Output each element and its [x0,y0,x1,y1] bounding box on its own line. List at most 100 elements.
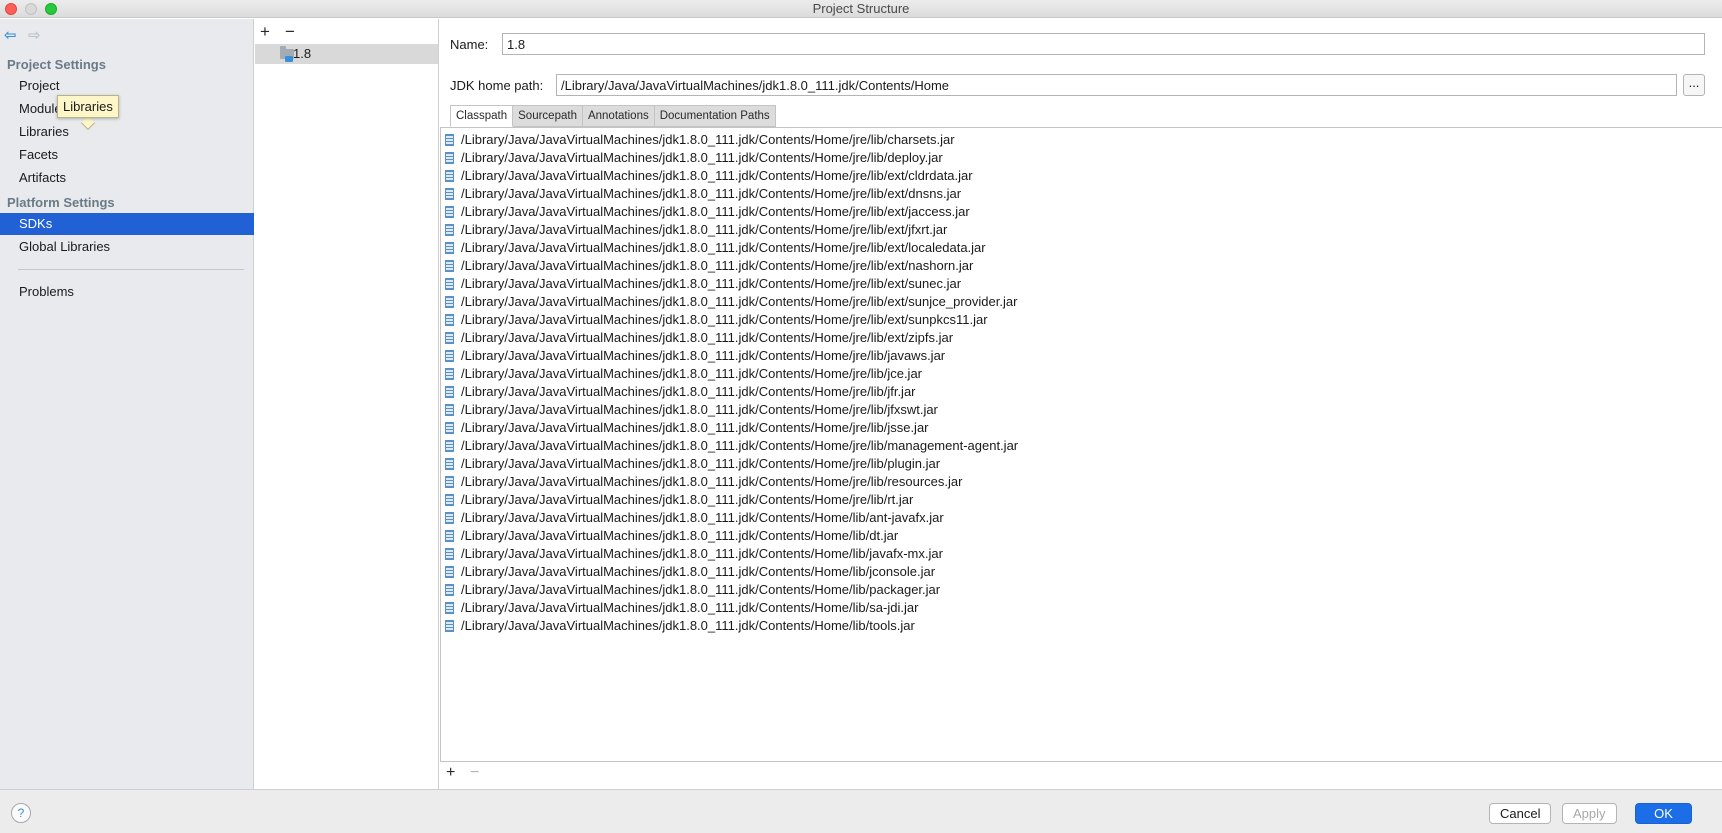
ok-button[interactable]: OK [1635,803,1692,824]
browse-jdk-button[interactable]: ... [1683,74,1705,96]
classpath-row[interactable]: /Library/Java/JavaVirtualMachines/jdk1.8… [441,329,1241,347]
classpath-row[interactable]: /Library/Java/JavaVirtualMachines/jdk1.8… [441,203,1241,221]
classpath-row-label: /Library/Java/JavaVirtualMachines/jdk1.8… [461,600,919,615]
classpath-row[interactable]: /Library/Java/JavaVirtualMachines/jdk1.8… [441,437,1241,455]
classpath-row[interactable]: /Library/Java/JavaVirtualMachines/jdk1.8… [441,617,1241,635]
jar-icon [445,494,454,506]
classpath-row[interactable]: /Library/Java/JavaVirtualMachines/jdk1.8… [441,419,1241,437]
tab-sourcepath[interactable]: Sourcepath [513,105,583,127]
classpath-row-label: /Library/Java/JavaVirtualMachines/jdk1.8… [461,348,946,363]
classpath-row[interactable]: /Library/Java/JavaVirtualMachines/jdk1.8… [441,581,1241,599]
tab-classpath[interactable]: Classpath [450,105,514,127]
sdk-name-field[interactable] [502,33,1705,55]
classpath-row[interactable]: /Library/Java/JavaVirtualMachines/jdk1.8… [441,473,1241,491]
classpath-row[interactable]: /Library/Java/JavaVirtualMachines/jdk1.8… [441,311,1241,329]
classpath-row-label: /Library/Java/JavaVirtualMachines/jdk1.8… [461,240,986,255]
tab-annotations[interactable]: Annotations [582,105,655,127]
classpath-row-label: /Library/Java/JavaVirtualMachines/jdk1.8… [461,456,941,471]
classpath-row[interactable]: /Library/Java/JavaVirtualMachines/jdk1.8… [441,293,1241,311]
jar-icon [445,152,454,164]
jar-icon [445,188,454,200]
classpath-row-label: /Library/Java/JavaVirtualMachines/jdk1.8… [461,222,948,237]
zoom-window-button[interactable] [45,3,57,15]
sdk-detail-panel: Name: JDK home path: ... Classpath Sourc… [440,19,1722,789]
classpath-row-label: /Library/Java/JavaVirtualMachines/jdk1.8… [461,204,970,219]
classpath-list[interactable]: /Library/Java/JavaVirtualMachines/jdk1.8… [440,127,1722,762]
classpath-row-label: /Library/Java/JavaVirtualMachines/jdk1.8… [461,294,1018,309]
classpath-row-label: /Library/Java/JavaVirtualMachines/jdk1.8… [461,330,954,345]
jar-icon [445,512,454,524]
sdk-item-label: 1.8 [293,46,312,61]
project-settings-title: Project Settings [7,57,106,72]
classpath-row-label: /Library/Java/JavaVirtualMachines/jdk1.8… [461,186,962,201]
jar-icon [445,134,454,146]
sidebar-item-problems[interactable]: Problems [0,281,254,303]
close-window-button[interactable] [5,3,17,15]
classpath-row[interactable]: /Library/Java/JavaVirtualMachines/jdk1.8… [441,401,1241,419]
jar-icon [445,458,454,470]
classpath-row[interactable]: /Library/Java/JavaVirtualMachines/jdk1.8… [441,149,1241,167]
classpath-row[interactable]: /Library/Java/JavaVirtualMachines/jdk1.8… [441,185,1241,203]
classpath-row-label: /Library/Java/JavaVirtualMachines/jdk1.8… [461,168,973,183]
classpath-row[interactable]: /Library/Java/JavaVirtualMachines/jdk1.8… [441,599,1241,617]
classpath-row[interactable]: /Library/Java/JavaVirtualMachines/jdk1.8… [441,257,1241,275]
classpath-row-label: /Library/Java/JavaVirtualMachines/jdk1.8… [461,420,929,435]
jar-icon [445,170,454,182]
sidebar-item-global-libraries[interactable]: Global Libraries [0,236,254,258]
classpath-row[interactable]: /Library/Java/JavaVirtualMachines/jdk1.8… [441,239,1241,257]
jar-icon [445,620,454,632]
sidebar-item-modules[interactable]: Modules [0,98,254,120]
classpath-row-label: /Library/Java/JavaVirtualMachines/jdk1.8… [461,438,1019,453]
jar-icon [445,242,454,254]
jar-icon [445,566,454,578]
remove-classpath-icon[interactable]: − [470,764,479,782]
sidebar-item-sdks[interactable]: SDKs [0,213,254,235]
classpath-row[interactable]: /Library/Java/JavaVirtualMachines/jdk1.8… [441,347,1241,365]
project-structure-window: Project Structure ⇦ ⇨ Project Settings P… [0,0,1722,833]
libraries-tooltip: Libraries [57,95,119,118]
sdk-list-item[interactable]: 1.8 [255,44,438,64]
jar-icon [445,476,454,488]
classpath-row-label: /Library/Java/JavaVirtualMachines/jdk1.8… [461,510,944,525]
jar-icon [445,404,454,416]
sidebar-item-artifacts[interactable]: Artifacts [0,167,254,189]
classpath-row[interactable]: /Library/Java/JavaVirtualMachines/jdk1.8… [441,455,1241,473]
classpath-row-label: /Library/Java/JavaVirtualMachines/jdk1.8… [461,474,963,489]
classpath-row[interactable]: /Library/Java/JavaVirtualMachines/jdk1.8… [441,221,1241,239]
sidebar-item-libraries[interactable]: Libraries [0,121,254,143]
sdk-tabs: Classpath Sourcepath Annotations Documen… [450,105,776,127]
classpath-row-label: /Library/Java/JavaVirtualMachines/jdk1.8… [461,492,914,507]
jdk-home-path-field[interactable] [556,74,1677,96]
jar-icon [445,296,454,308]
forward-arrow-icon[interactable]: ⇨ [28,26,41,44]
sidebar-item-project[interactable]: Project [0,75,254,97]
sdk-badge-icon [285,56,293,62]
classpath-row[interactable]: /Library/Java/JavaVirtualMachines/jdk1.8… [441,365,1241,383]
classpath-row[interactable]: /Library/Java/JavaVirtualMachines/jdk1.8… [441,491,1241,509]
cancel-button[interactable]: Cancel [1489,803,1552,824]
classpath-row-label: /Library/Java/JavaVirtualMachines/jdk1.8… [461,258,974,273]
add-classpath-icon[interactable]: + [446,764,455,782]
classpath-row[interactable]: /Library/Java/JavaVirtualMachines/jdk1.8… [441,275,1241,293]
minimize-window-button[interactable] [25,3,37,15]
jar-icon [445,206,454,218]
jar-icon [445,278,454,290]
add-sdk-icon[interactable]: + [260,22,270,42]
classpath-row[interactable]: /Library/Java/JavaVirtualMachines/jdk1.8… [441,167,1241,185]
classpath-row[interactable]: /Library/Java/JavaVirtualMachines/jdk1.8… [441,509,1241,527]
name-label: Name: [450,37,489,52]
apply-button[interactable]: Apply [1562,803,1617,824]
back-arrow-icon[interactable]: ⇦ [4,26,17,44]
help-button[interactable]: ? [11,803,31,823]
remove-sdk-icon[interactable]: − [285,22,295,42]
classpath-row-label: /Library/Java/JavaVirtualMachines/jdk1.8… [461,564,936,579]
classpath-row[interactable]: /Library/Java/JavaVirtualMachines/jdk1.8… [441,131,1241,149]
classpath-row-label: /Library/Java/JavaVirtualMachines/jdk1.8… [461,276,962,291]
tab-documentation-paths[interactable]: Documentation Paths [654,105,776,127]
classpath-row[interactable]: /Library/Java/JavaVirtualMachines/jdk1.8… [441,383,1241,401]
classpath-row[interactable]: /Library/Java/JavaVirtualMachines/jdk1.8… [441,545,1241,563]
platform-settings-title: Platform Settings [7,195,115,210]
sidebar-item-facets[interactable]: Facets [0,144,254,166]
classpath-row[interactable]: /Library/Java/JavaVirtualMachines/jdk1.8… [441,527,1241,545]
classpath-row[interactable]: /Library/Java/JavaVirtualMachines/jdk1.8… [441,563,1241,581]
